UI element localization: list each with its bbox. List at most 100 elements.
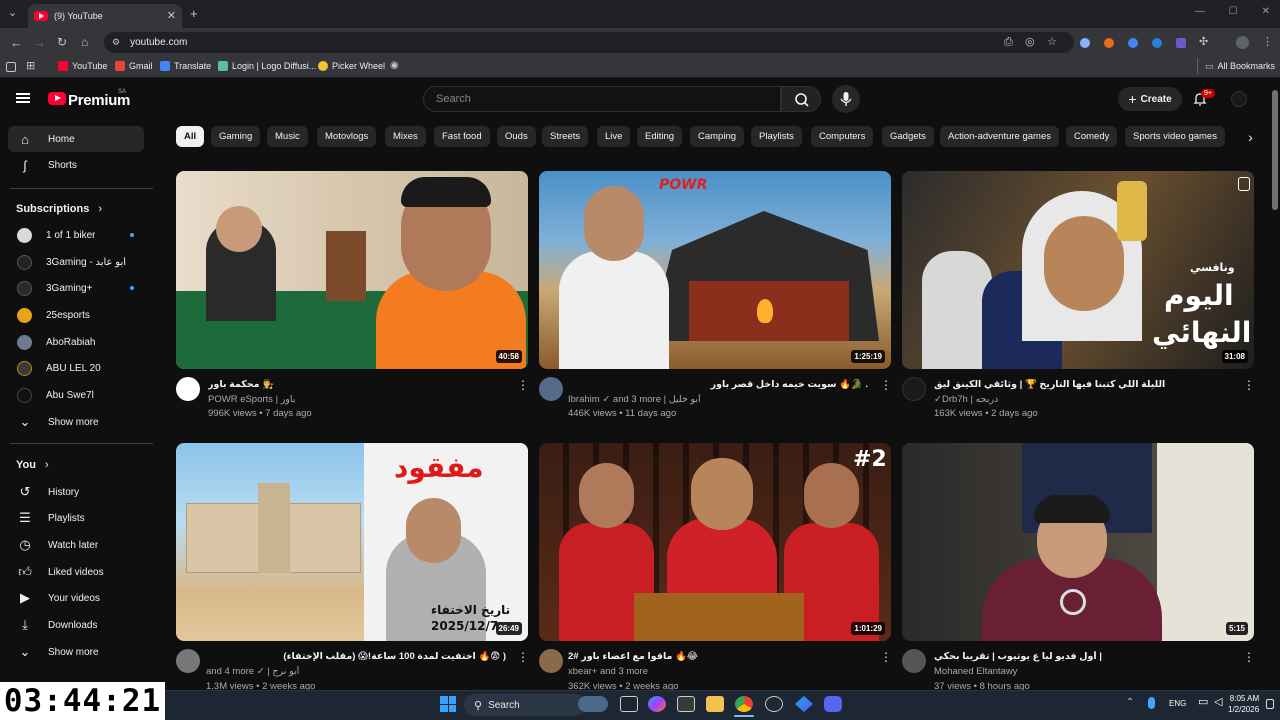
extensions-puzzle-icon[interactable]: ✣	[1199, 37, 1208, 48]
channel-avatar[interactable]	[176, 377, 200, 401]
file-explorer-icon[interactable]	[706, 696, 724, 712]
hamburger-menu-icon[interactable]	[16, 93, 30, 103]
chip-computers[interactable]: Computers	[811, 126, 874, 147]
sidebar-item-downloads[interactable]: ⤓ Downloads	[8, 612, 144, 638]
subscription-item[interactable]: Abu Swe7l	[8, 382, 144, 408]
back-icon[interactable]: ←	[10, 36, 23, 49]
chip-ouds[interactable]: Ouds	[497, 126, 536, 147]
chrome-icon[interactable]	[735, 696, 753, 712]
extension-icon-4[interactable]	[1152, 38, 1162, 48]
more-actions-icon[interactable]: ⋮	[517, 378, 529, 392]
bookmark-picker-wheel[interactable]: Picker Wheel	[318, 61, 385, 71]
channel-avatar[interactable]	[176, 649, 200, 673]
browser-tab[interactable]: (9) YouTube ✕	[28, 4, 182, 28]
address-bar[interactable]: ⚙ youtube.com	[104, 32, 1074, 53]
copilot-icon[interactable]	[648, 696, 666, 712]
subscription-item[interactable]: 1 of 1 biker	[8, 222, 144, 248]
chip-streets[interactable]: Streets	[542, 126, 589, 147]
notification-center-icon[interactable]	[1266, 699, 1274, 709]
channel-avatar[interactable]	[902, 649, 926, 673]
volume-icon[interactable]: ◁	[1214, 697, 1222, 708]
more-actions-icon[interactable]: ⋮	[880, 650, 892, 664]
tray-clock[interactable]: 8:05 AM 1/2/2026	[1228, 693, 1259, 715]
youtube-logo-icon[interactable]	[48, 92, 66, 105]
site-info-icon[interactable]: ⚙	[112, 38, 120, 47]
sidebar-item-shorts[interactable]: ʃ Shorts	[8, 152, 144, 178]
microphone-tray-icon[interactable]	[1148, 697, 1155, 709]
chip-editing[interactable]: Editing	[637, 126, 683, 147]
sidebar-item-watch-later[interactable]: ◷ Watch later	[8, 532, 144, 558]
chip-sports-video-games[interactable]: Sports video games	[1125, 126, 1225, 147]
sidebar-item-playlists[interactable]: ☰ Playlists	[8, 505, 144, 531]
monitor-icon[interactable]: ▭	[1198, 697, 1208, 708]
visibility-off-icon[interactable]: ◎	[1025, 37, 1035, 48]
chip-all[interactable]: All	[176, 126, 205, 147]
extension-icon-3[interactable]	[1128, 38, 1138, 48]
page-scrollbar-thumb[interactable]	[1272, 90, 1278, 210]
video-thumbnail[interactable]: #2 1:01:29	[539, 443, 891, 641]
chip-live[interactable]: Live	[597, 126, 631, 147]
sidebar-item-home[interactable]: ⌂ Home	[8, 126, 144, 152]
video-thumbnail[interactable]: 40:58	[176, 171, 528, 369]
search-button[interactable]	[781, 86, 821, 112]
video-channel[interactable]: Mohaned Eltantawy	[934, 666, 1234, 677]
extension-icon-5[interactable]	[1176, 38, 1186, 48]
discord-icon[interactable]	[824, 696, 842, 712]
bookmark-gmail[interactable]: Gmail	[115, 61, 153, 71]
more-actions-icon[interactable]: ⋮	[880, 378, 892, 392]
you-heading[interactable]: You ›	[16, 459, 49, 471]
account-avatar[interactable]	[1231, 91, 1247, 107]
close-tab-icon[interactable]: ✕	[167, 10, 176, 22]
subscription-item[interactable]: 3Gaming+	[8, 275, 144, 301]
video-channel[interactable]: POWR eSports | باور	[208, 394, 508, 405]
close-window-icon[interactable]: ✕	[1262, 6, 1270, 17]
chip-music[interactable]: Music	[267, 126, 308, 147]
all-bookmarks[interactable]: ▭ All Bookmarks	[1205, 61, 1275, 71]
steam-icon[interactable]	[765, 696, 783, 712]
home-icon[interactable]: ⌂	[81, 36, 88, 48]
channel-avatar[interactable]	[539, 649, 563, 673]
video-title[interactable]: سويت خيمه داخل قصر باور 🔥🐊 .	[568, 379, 868, 390]
you-show-more[interactable]: ⌄ Show more	[8, 639, 144, 665]
bookmark-star-icon[interactable]: ☆	[1047, 37, 1057, 48]
channel-avatar[interactable]	[902, 377, 926, 401]
video-thumbnail[interactable]: POWR 1:25:19	[539, 171, 891, 369]
chip-comedy[interactable]: Comedy	[1066, 126, 1118, 147]
video-title[interactable]: محكمة باور 👨‍⚖️	[208, 379, 508, 390]
maximize-icon[interactable]: ☐	[1229, 6, 1238, 17]
bookmark-translate[interactable]: Translate	[160, 61, 211, 71]
channel-avatar[interactable]	[539, 377, 563, 401]
more-actions-icon[interactable]: ⋮	[1243, 378, 1255, 392]
chip-mixes[interactable]: Mixes	[385, 126, 426, 147]
video-title[interactable]: أول فديو ليا ع يوتيوب | تقريبا بحكي |	[934, 651, 1234, 662]
more-actions-icon[interactable]: ⋮	[1243, 650, 1255, 664]
extension-icon-1[interactable]	[1080, 38, 1090, 48]
chip-playlists[interactable]: Playlists	[751, 126, 802, 147]
video-channel[interactable]: Ibrahim ✓ and 3 more | أبو خليل	[568, 394, 868, 405]
search-field[interactable]	[423, 86, 781, 112]
voice-search-button[interactable]	[832, 85, 860, 113]
video-channel[interactable]: and 4 more ✓ | أبو نرج	[206, 666, 506, 677]
chip-camping[interactable]: Camping	[690, 126, 745, 147]
new-tab-icon[interactable]: +	[190, 7, 198, 20]
profile-avatar[interactable]	[1236, 36, 1249, 49]
extension-icon-2[interactable]	[1104, 38, 1114, 48]
sidebar-item-history[interactable]: ↺ History	[8, 479, 144, 505]
video-channel[interactable]: ✓Drb7h | دربحه	[934, 394, 1234, 405]
chip-gadgets[interactable]: Gadgets	[882, 126, 934, 147]
more-actions-icon[interactable]: ⋮	[517, 650, 529, 664]
task-view-icon[interactable]	[620, 696, 638, 712]
video-channel[interactable]: xbear+ and 3 more	[568, 666, 868, 677]
apps-grid-icon[interactable]: ⊞	[26, 61, 35, 72]
subscriptions-heading[interactable]: Subscriptions ›	[16, 203, 102, 215]
chip-action-adventure-games[interactable]: Action-adventure games	[940, 126, 1059, 147]
chips-next-button[interactable]: ›	[1240, 126, 1261, 147]
subscription-item[interactable]: ABU LEL 20	[8, 355, 144, 381]
video-thumbnail[interactable]: ونافسي اليوم النهائي 31:08	[902, 171, 1254, 369]
install-app-icon[interactable]: ⎙	[1004, 37, 1013, 48]
chrome-menu-icon[interactable]: ⋮	[1262, 37, 1273, 48]
chip-gaming[interactable]: Gaming	[211, 126, 261, 147]
sidebar-item-liked-videos[interactable]: 👍︎ Liked videos	[8, 559, 144, 585]
video-thumbnail[interactable]: مفقود تاريخ الاختفاء 2025/12/7 26:49	[176, 443, 528, 641]
search-input[interactable]	[424, 87, 780, 111]
